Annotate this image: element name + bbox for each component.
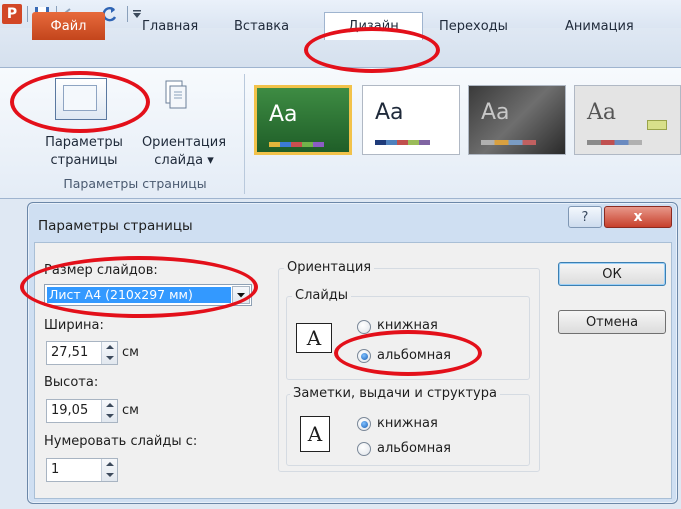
spinner-arrows-icon[interactable] [101,400,117,422]
tab-transitions[interactable]: Переходы [431,12,516,40]
help-button[interactable]: ? [568,206,602,228]
height-label: Высота: [44,375,99,390]
number-slides-value: 1 [51,462,60,477]
slides-portrait-label[interactable]: книжная [377,318,438,333]
chevron-down-icon[interactable] [232,286,250,304]
powerpoint-app-icon[interactable]: P [2,4,22,24]
orientation-button-label-2[interactable]: слайда ▾ [132,153,236,169]
number-slides-spinner[interactable]: 1 [46,458,118,482]
theme-thumbnail-light[interactable]: Aa [574,85,681,155]
theme-thumbnail-office[interactable]: Aa [362,85,460,155]
spinner-arrows-icon[interactable] [101,342,117,364]
theme-thumbnail-dark[interactable]: Aa [468,85,566,155]
theme-accent-swatch [647,120,667,130]
qat-separator [27,6,28,22]
qat-separator [127,6,128,22]
ok-button[interactable]: ОК [558,262,666,286]
notes-portrait-label[interactable]: книжная [377,416,438,431]
ribbon-group-separator [244,74,245,194]
landscape-document-icon: A [296,323,332,353]
page-setup-group-label: Параметры страницы [63,176,207,191]
close-button[interactable]: x [604,206,672,228]
number-slides-label: Нумеровать слайды с: [44,434,198,449]
width-unit: см [122,345,139,360]
page-setup-button-label-1[interactable]: Параметры [34,135,134,151]
orientation-button-label-1[interactable]: Ориентация [132,135,236,151]
width-label: Ширина: [44,318,104,333]
width-spinner[interactable]: 27,51 [46,341,118,365]
height-unit: см [122,403,139,418]
page-setup-button-label-2[interactable]: страницы [34,153,134,169]
slides-label: Слайды [292,288,352,303]
notes-label: Заметки, выдачи и структура [290,386,500,401]
tab-file[interactable]: Файл [32,12,105,40]
tab-home[interactable]: Главная [134,12,206,40]
notes-landscape-radio[interactable] [357,442,371,456]
height-spinner[interactable]: 19,05 [46,399,118,423]
slide-size-value: Лист А4 (210x297 мм) [47,287,231,303]
notes-landscape-label[interactable]: альбомная [377,441,451,456]
slide-orientation-icon[interactable] [165,80,187,110]
height-value: 19,05 [51,403,89,418]
spinner-arrows-icon[interactable] [101,459,117,481]
slides-portrait-radio[interactable] [357,320,371,334]
tab-design[interactable]: Дизайн [324,12,423,40]
orientation-label: Ориентация [284,260,375,275]
theme-thumbnail-active[interactable]: Aa [254,85,352,155]
tab-animations[interactable]: Анимация [557,12,642,40]
width-value: 27,51 [51,345,89,360]
portrait-document-icon: A [300,416,330,452]
dialog-title: Параметры страницы [38,218,193,234]
slides-landscape-label[interactable]: альбомная [377,348,451,363]
cancel-button[interactable]: Отмена [558,310,666,334]
notes-portrait-radio[interactable] [357,417,371,431]
page-setup-icon[interactable] [55,78,107,120]
slides-landscape-radio[interactable] [357,349,371,363]
slide-size-label: Размер слайдов: [44,263,158,278]
tab-insert[interactable]: Вставка [226,12,297,40]
slide-size-select[interactable]: Лист А4 (210x297 мм) [44,284,252,306]
